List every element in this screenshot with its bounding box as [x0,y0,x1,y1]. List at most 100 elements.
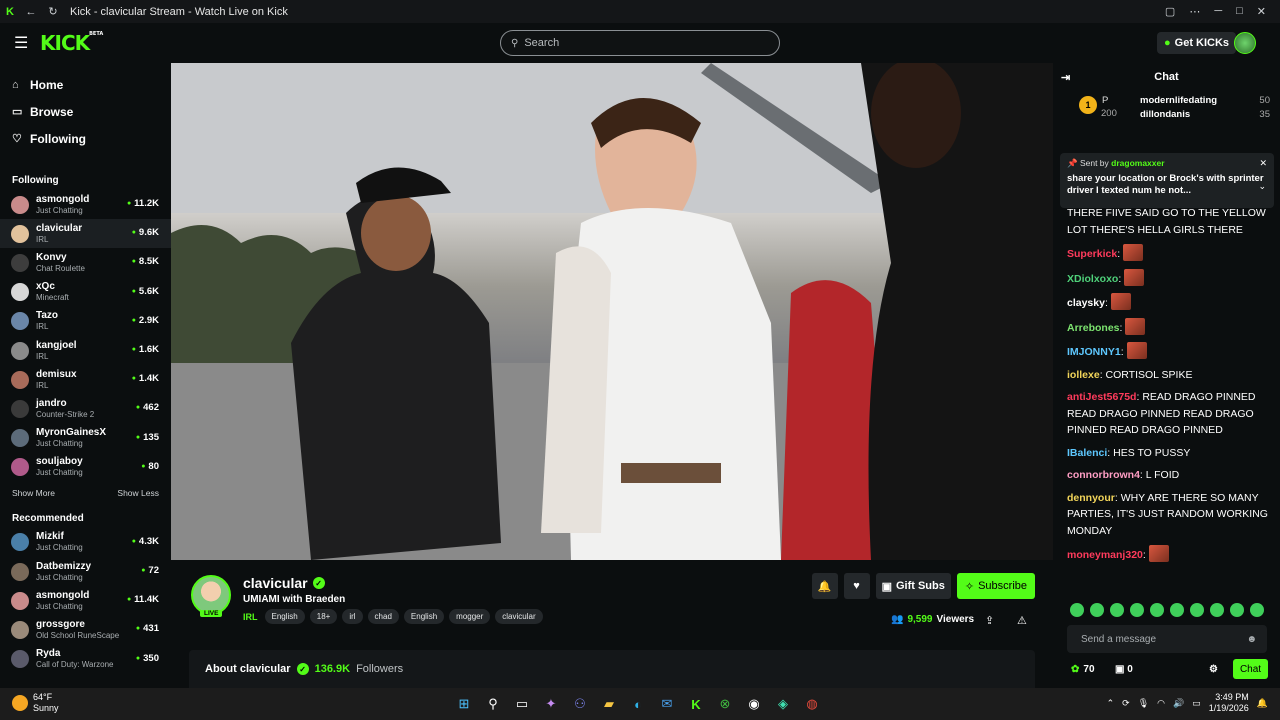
emote-icon[interactable] [1170,603,1184,617]
emote-icon[interactable] [1190,603,1204,617]
sidebar-channel[interactable]: xQcMinecraft 5.6K [0,278,171,307]
sidebar-channel[interactable]: TazoIRL 2.9K [0,307,171,336]
chat-username[interactable]: Arrebones [1067,322,1120,334]
close-icon[interactable]: ✕ [1257,5,1266,18]
user-avatar[interactable] [1234,32,1256,54]
sidebar-channel[interactable]: RydaCall of Duty: Warzone 350 [0,645,171,674]
leader-name[interactable]: modernlifedating [1140,95,1217,106]
sidebar-channel[interactable]: asmongoldJust Chatting 11.2K [0,190,171,219]
wifi-icon[interactable]: ◠ [1157,698,1165,709]
subscribe-button[interactable]: ✧ Subscribe [956,573,1035,599]
menu-icon[interactable]: ☰ [14,33,32,53]
sidebar-channel[interactable]: jandroCounter-Strike 2 462 [0,394,171,423]
search-icon[interactable]: ⚲ [483,694,503,714]
stream-tag[interactable]: chad [367,609,399,624]
chat-username[interactable]: claysky [1067,297,1105,309]
kick-app-icon[interactable]: K [686,694,706,714]
sync-icon[interactable]: ⟳ [1122,698,1130,709]
sidebar-channel[interactable]: souljaboyJust Chatting 80 [0,453,171,482]
sidebar-channel[interactable]: demisuxIRL 1.4K [0,365,171,394]
pinned-user[interactable]: dragomaxxer [1111,158,1164,168]
pinned-message[interactable]: 📌 Sent by dragomaxxer share your locatio… [1060,153,1274,208]
app-icon[interactable]: ▢ [1165,5,1175,18]
nav-browse[interactable]: ▭ Browse [0,98,171,125]
emote-icon[interactable] [1130,603,1144,617]
back-icon[interactable]: ← [20,6,42,18]
show-more-button[interactable]: Show More [12,488,55,498]
start-icon[interactable]: ⊞ [454,694,474,714]
gifts-counter[interactable]: ▣ 0 [1115,664,1133,675]
streamer-name[interactable]: clavicular ✓ [243,575,325,591]
chat-username[interactable]: antiJest5675d [1067,391,1136,403]
leader-name[interactable]: dillondanis [1140,109,1190,120]
notification-button[interactable]: 🔔 [811,573,838,599]
chat-username[interactable]: IBalenci [1067,447,1107,459]
sidebar-channel[interactable]: asmongoldJust Chatting 11.4K [0,586,171,615]
sidebar-channel[interactable]: KonvyChat Roulette 8.5K [0,248,171,277]
chat-username[interactable]: moneymanj320 [1067,549,1143,561]
follow-button[interactable]: ♥ [843,573,870,599]
channel-points[interactable]: ✿ 70 [1071,664,1095,675]
chrome-icon[interactable]: ◍ [802,694,822,714]
clock[interactable]: 3:49 PM 1/19/2026 [1209,692,1249,714]
collapse-chat-icon[interactable]: ⇥ [1061,71,1070,84]
emote-icon[interactable] [1230,603,1244,617]
show-less-button[interactable]: Show Less [117,488,159,498]
video-player[interactable] [171,63,1053,560]
emote-icon[interactable] [1090,603,1104,617]
sidebar-channel[interactable]: DatbemizzyJust Chatting 72 [0,557,171,586]
sidebar-channel[interactable]: grossgoreOld School RuneScape 431 [0,615,171,644]
xbox-icon[interactable]: ⊗ [715,694,735,714]
edge-icon[interactable]: ◐ [628,694,648,714]
emoji-icon[interactable]: ☻ [1246,634,1257,645]
unpin-icon[interactable]: ✕ [1259,158,1267,169]
report-icon[interactable]: ⚠ [1017,614,1027,627]
chat-input[interactable]: Send a message ☻ [1067,625,1267,653]
streamer-avatar[interactable] [191,575,231,615]
search-input[interactable]: ⚲ Search [500,30,780,56]
task-view-icon[interactable]: ▭ [512,694,532,714]
nav-home[interactable]: ⌂ Home [0,71,171,98]
copilot-icon[interactable]: ✦ [541,694,561,714]
file-explorer-icon[interactable]: ▰ [599,694,619,714]
chevron-up-icon[interactable]: ⌃ [1107,698,1115,709]
mail-icon[interactable]: ✉ [657,694,677,714]
get-kicks-button[interactable]: ● Get KICKs [1157,32,1237,54]
chat-username[interactable]: Superkick [1067,248,1117,260]
stream-tag[interactable]: irl [342,609,363,624]
chat-username[interactable]: connorbrown4 [1067,469,1140,481]
category-link[interactable]: IRL [243,612,258,622]
game-icon[interactable]: ◈ [773,694,793,714]
emote-icon[interactable] [1110,603,1124,617]
sidebar-channel[interactable]: kangjoelIRL 1.6K [0,336,171,365]
refresh-icon[interactable]: ↻ [42,5,64,18]
sidebar-channel[interactable]: MyronGainesXJust Chatting 135 [0,424,171,453]
volume-icon[interactable]: 🔊 [1173,698,1184,709]
expand-icon[interactable]: ⌄ [1258,181,1266,192]
send-chat-button[interactable]: Chat [1233,659,1268,679]
gear-icon[interactable]: ⚙ [1209,664,1218,675]
mic-icon[interactable]: 🎙 [1138,698,1149,709]
more-icon[interactable]: ⋯ [1189,5,1200,18]
weather-widget[interactable]: 64°F Sunny [12,692,59,714]
minimize-icon[interactable]: ─ [1214,5,1222,18]
emote-icon[interactable] [1150,603,1164,617]
notification-icon[interactable]: 🔔 [1257,698,1268,709]
chat-username[interactable]: iollexe [1067,369,1100,381]
share-icon[interactable]: ⇪ [985,614,994,627]
gift-subs-button[interactable]: ▣ Gift Subs [875,573,951,599]
kick-logo[interactable]: KICKBETA [40,31,103,55]
stream-tag[interactable]: English [403,609,445,624]
sidebar-channel[interactable]: clavicularIRL 9.6K [0,219,171,249]
emote-icon[interactable] [1210,603,1224,617]
chat-username[interactable]: IMJONNY1 [1067,346,1121,358]
maximize-icon[interactable]: □ [1236,5,1243,18]
nav-following[interactable]: ♡ Following [0,125,171,152]
stream-tag[interactable]: English [264,609,305,624]
emote-icon[interactable] [1070,603,1084,617]
stream-tag[interactable]: mogger [449,609,491,624]
emote-icon[interactable] [1250,603,1264,617]
stream-tag[interactable]: 18+ [309,609,338,624]
stream-tag[interactable]: clavicular [495,609,543,624]
battery-icon[interactable]: ▭ [1192,698,1201,709]
